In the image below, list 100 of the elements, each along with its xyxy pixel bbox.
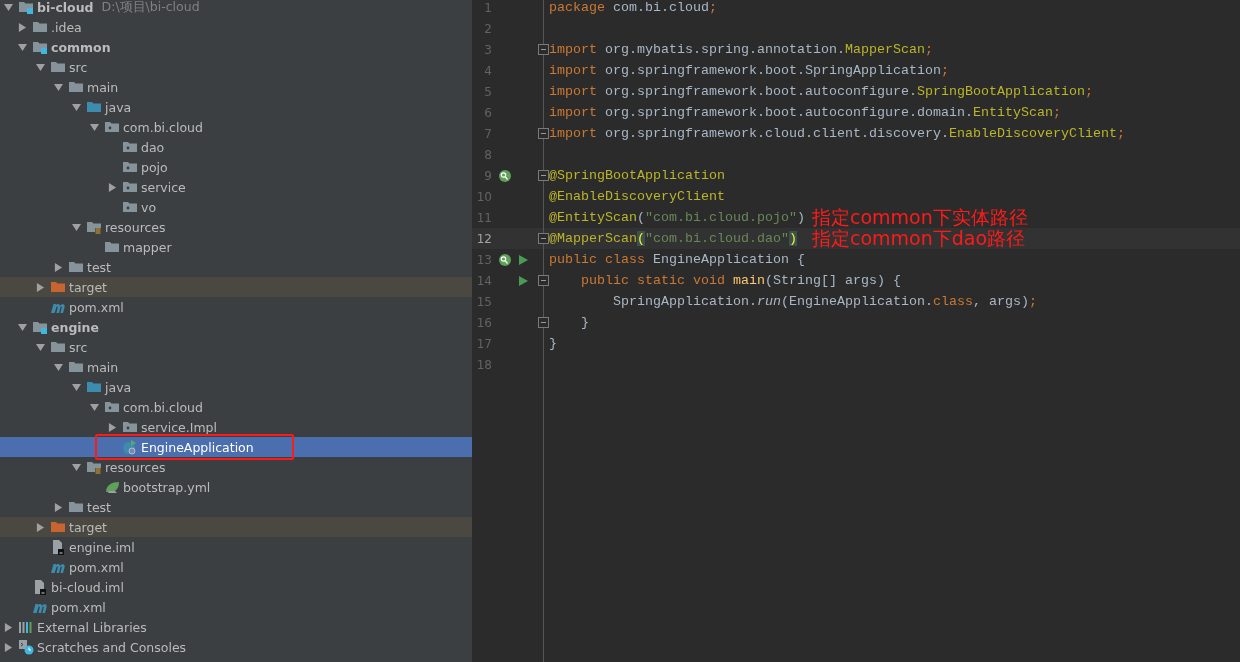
collapse-caret-icon[interactable]	[17, 322, 27, 332]
expand-caret-icon[interactable]	[17, 22, 27, 32]
module-file-icon	[32, 579, 48, 595]
line-number: 16	[475, 315, 492, 330]
folder-icon	[50, 59, 66, 75]
folder-icon	[50, 279, 66, 295]
code-line: @SpringBootApplication	[548, 168, 725, 183]
expand-caret-icon[interactable]	[53, 502, 63, 512]
folder-icon	[86, 99, 102, 115]
tree-item[interactable]: pom.xml	[69, 559, 124, 575]
folder-icon	[68, 499, 84, 515]
tree-item[interactable]: EngineApplication	[141, 439, 254, 455]
fold-marker-icon[interactable]	[538, 275, 549, 286]
tree-item[interactable]: src	[69, 59, 88, 75]
expand-caret-icon[interactable]	[3, 622, 13, 632]
tree-item[interactable]: test	[87, 259, 111, 275]
tree-item[interactable]: mapper	[123, 239, 172, 255]
line-number: 14	[475, 273, 492, 288]
tree-item[interactable]: java	[105, 379, 132, 395]
tree-item[interactable]: .idea	[51, 19, 82, 35]
tree-item[interactable]: target	[69, 279, 107, 295]
tree-item[interactable]: com.bi.cloud	[123, 119, 203, 135]
collapse-caret-icon[interactable]	[53, 82, 63, 92]
folder-icon	[32, 19, 48, 35]
spring-bean-icon[interactable]	[498, 168, 512, 183]
line-number: 10	[475, 189, 492, 204]
tree-item[interactable]: External Libraries	[37, 619, 147, 635]
folder-icon	[68, 359, 84, 375]
collapse-caret-icon[interactable]	[71, 462, 81, 472]
collapse-caret-icon[interactable]	[17, 42, 27, 52]
tree-item[interactable]: main	[87, 359, 119, 375]
collapse-caret-icon[interactable]	[71, 222, 81, 232]
collapse-caret-icon[interactable]	[71, 102, 81, 112]
annotation-text: 指定common下实体路径	[812, 206, 1028, 228]
package-folder-icon	[122, 139, 138, 155]
expand-caret-icon[interactable]	[53, 262, 63, 272]
tree-item[interactable]: service	[141, 179, 186, 195]
expand-caret-icon[interactable]	[35, 522, 45, 532]
collapse-caret-icon[interactable]	[89, 122, 99, 132]
run-icon[interactable]	[516, 252, 530, 267]
expand-caret-icon[interactable]	[107, 422, 117, 432]
code-line: }	[580, 315, 589, 330]
fold-marker-icon[interactable]	[538, 317, 549, 328]
line-number: 13	[475, 252, 492, 267]
tree-item[interactable]: dao	[141, 139, 165, 155]
tree-item[interactable]: resources	[105, 459, 166, 475]
expand-caret-icon[interactable]	[35, 282, 45, 292]
collapse-caret-icon[interactable]	[35, 62, 45, 72]
tree-item[interactable]: com.bi.cloud	[123, 399, 203, 415]
leaf-icon	[104, 479, 120, 495]
tree-item[interactable]: service.Impl	[141, 419, 218, 435]
collapse-caret-icon[interactable]	[89, 402, 99, 412]
run-icon[interactable]	[516, 273, 530, 288]
fold-marker-icon[interactable]	[538, 170, 549, 181]
fold-marker-icon[interactable]	[538, 128, 549, 139]
tree-item[interactable]: bootstrap.yml	[123, 479, 211, 495]
folder-icon	[104, 239, 120, 255]
libraries-icon	[18, 619, 34, 635]
line-number: 9	[483, 168, 492, 183]
tree-item[interactable]: common	[51, 39, 111, 55]
expand-caret-icon[interactable]	[3, 642, 13, 652]
scratch-file-icon	[18, 639, 34, 655]
tree-item[interactable]: pojo	[141, 159, 168, 175]
folder-icon	[86, 379, 102, 395]
tree-item[interactable]: pom.xml	[51, 599, 106, 615]
line-number: 8	[483, 147, 492, 162]
collapse-caret-icon[interactable]	[53, 362, 63, 372]
tree-item[interactable]: src	[69, 339, 88, 355]
annotation-text: 指定common下dao路径	[812, 227, 1026, 249]
collapse-caret-icon[interactable]	[35, 342, 45, 352]
tree-item[interactable]: bi-cloud.iml	[51, 579, 124, 595]
tree-item[interactable]: test	[87, 499, 111, 515]
tree-item[interactable]: pom.xml	[69, 299, 124, 315]
tree-item[interactable]: engine.iml	[69, 539, 135, 555]
tree-item[interactable]: vo	[141, 199, 157, 215]
tree-item[interactable]: Scratches and Consoles	[37, 639, 187, 655]
tree-item[interactable]: java	[105, 99, 132, 115]
collapse-caret-icon[interactable]	[71, 382, 81, 392]
code-line: @EnableDiscoveryClient	[548, 189, 725, 204]
package-folder-icon	[122, 419, 138, 435]
tree-item[interactable]: resources	[105, 219, 166, 235]
code-line: import org.springframework.boot.SpringApplication;	[548, 63, 949, 78]
code-line: public class EngineApplication {	[548, 252, 805, 267]
expand-caret-icon[interactable]	[107, 182, 117, 192]
tree-item[interactable]: target	[69, 519, 107, 535]
line-number: 6	[483, 105, 492, 120]
spring-bean-icon[interactable]	[498, 252, 512, 267]
fold-marker-icon[interactable]	[538, 44, 549, 55]
module-folder-icon	[32, 319, 48, 335]
tree-item[interactable]: bi-cloud	[37, 0, 94, 15]
line-number: 7	[483, 126, 492, 141]
tree-item[interactable]: main	[87, 79, 119, 95]
collapse-caret-icon[interactable]	[3, 2, 13, 12]
tree-item[interactable]: engine	[51, 319, 99, 335]
line-number: 5	[483, 84, 492, 99]
fold-marker-icon[interactable]	[538, 233, 549, 244]
package-folder-icon	[122, 199, 138, 215]
folder-icon	[68, 79, 84, 95]
folder-icon	[50, 339, 66, 355]
code-line: import org.mybatis.spring.annotation.MapperScan;	[548, 42, 933, 57]
